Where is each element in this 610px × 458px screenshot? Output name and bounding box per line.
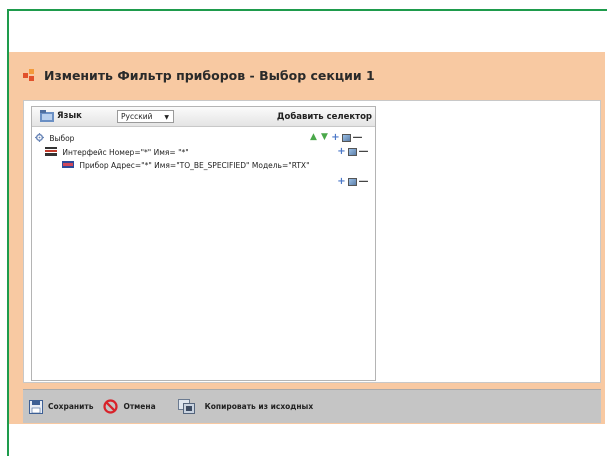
language-select-value: Русский bbox=[121, 112, 153, 121]
root-actions: ▲ ▼ + — bbox=[309, 133, 363, 143]
remove-icon[interactable]: — bbox=[359, 147, 369, 157]
add-icon[interactable]: + bbox=[337, 177, 346, 187]
chevron-down-icon: ▼ bbox=[164, 114, 169, 121]
cancel-button[interactable]: Отмена bbox=[103, 399, 156, 414]
edit-icon[interactable] bbox=[348, 177, 357, 186]
dialog-title: Изменить Фильтр приборов - Выбор секции … bbox=[44, 67, 375, 83]
add-icon[interactable]: + bbox=[331, 133, 340, 143]
folder-icon bbox=[40, 110, 54, 122]
move-down-icon[interactable]: ▼ bbox=[320, 133, 329, 142]
gear-icon bbox=[35, 133, 44, 142]
tree-item-device-label: Прибор Адрес="*" Имя="TO_BE_SPECIFIED" М… bbox=[79, 161, 310, 170]
remove-icon[interactable]: — bbox=[353, 133, 363, 143]
app-logo-icon bbox=[23, 69, 36, 81]
network-interface-icon bbox=[45, 147, 57, 156]
save-button-label: Сохранить bbox=[48, 402, 94, 411]
dialog-title-bar: Изменить Фильтр приборов - Выбор секции … bbox=[9, 52, 605, 98]
copy-icon bbox=[177, 398, 195, 414]
tree-header: Язык Русский ▼ Добавить селектор bbox=[32, 107, 375, 127]
tree-item-root-label: Выбор bbox=[49, 134, 75, 143]
move-up-icon[interactable]: ▲ bbox=[309, 133, 318, 142]
add-icon[interactable]: + bbox=[337, 147, 346, 157]
tree-item-root[interactable]: Выбор bbox=[35, 133, 74, 143]
save-button[interactable]: Сохранить bbox=[29, 399, 94, 414]
dialog-button-bar: Сохранить Отмена Копировать из исходных bbox=[23, 389, 601, 423]
edit-icon[interactable] bbox=[348, 147, 357, 156]
save-icon bbox=[29, 399, 43, 414]
edit-icon[interactable] bbox=[342, 133, 351, 142]
device-icon bbox=[62, 161, 74, 168]
copy-from-source-button[interactable]: Копировать из исходных bbox=[177, 398, 314, 415]
copy-button-label: Копировать из исходных bbox=[204, 402, 314, 411]
filter-dialog: Изменить Фильтр приборов - Выбор секции … bbox=[9, 52, 605, 424]
tree-item-device[interactable]: Прибор Адрес="*" Имя="TO_BE_SPECIFIED" М… bbox=[62, 161, 310, 170]
language-select[interactable]: Русский ▼ bbox=[117, 110, 174, 123]
dialog-content: Язык Русский ▼ Добавить селектор Выбор ▲… bbox=[23, 100, 601, 383]
cancel-button-label: Отмена bbox=[123, 402, 156, 411]
cancel-icon bbox=[103, 399, 119, 414]
device-actions: + — bbox=[337, 177, 369, 187]
language-label: Язык bbox=[57, 111, 82, 121]
remove-icon[interactable]: — bbox=[359, 177, 369, 187]
add-selector-button[interactable]: Добавить селектор bbox=[277, 112, 372, 122]
selector-tree-panel: Язык Русский ▼ Добавить селектор Выбор ▲… bbox=[31, 106, 376, 381]
tree-item-interface[interactable]: Интерфейс Номер="*" Имя= "*" bbox=[45, 147, 189, 157]
interface-actions: + — bbox=[337, 147, 369, 157]
tree-item-interface-label: Интерфейс Номер="*" Имя= "*" bbox=[62, 148, 189, 157]
